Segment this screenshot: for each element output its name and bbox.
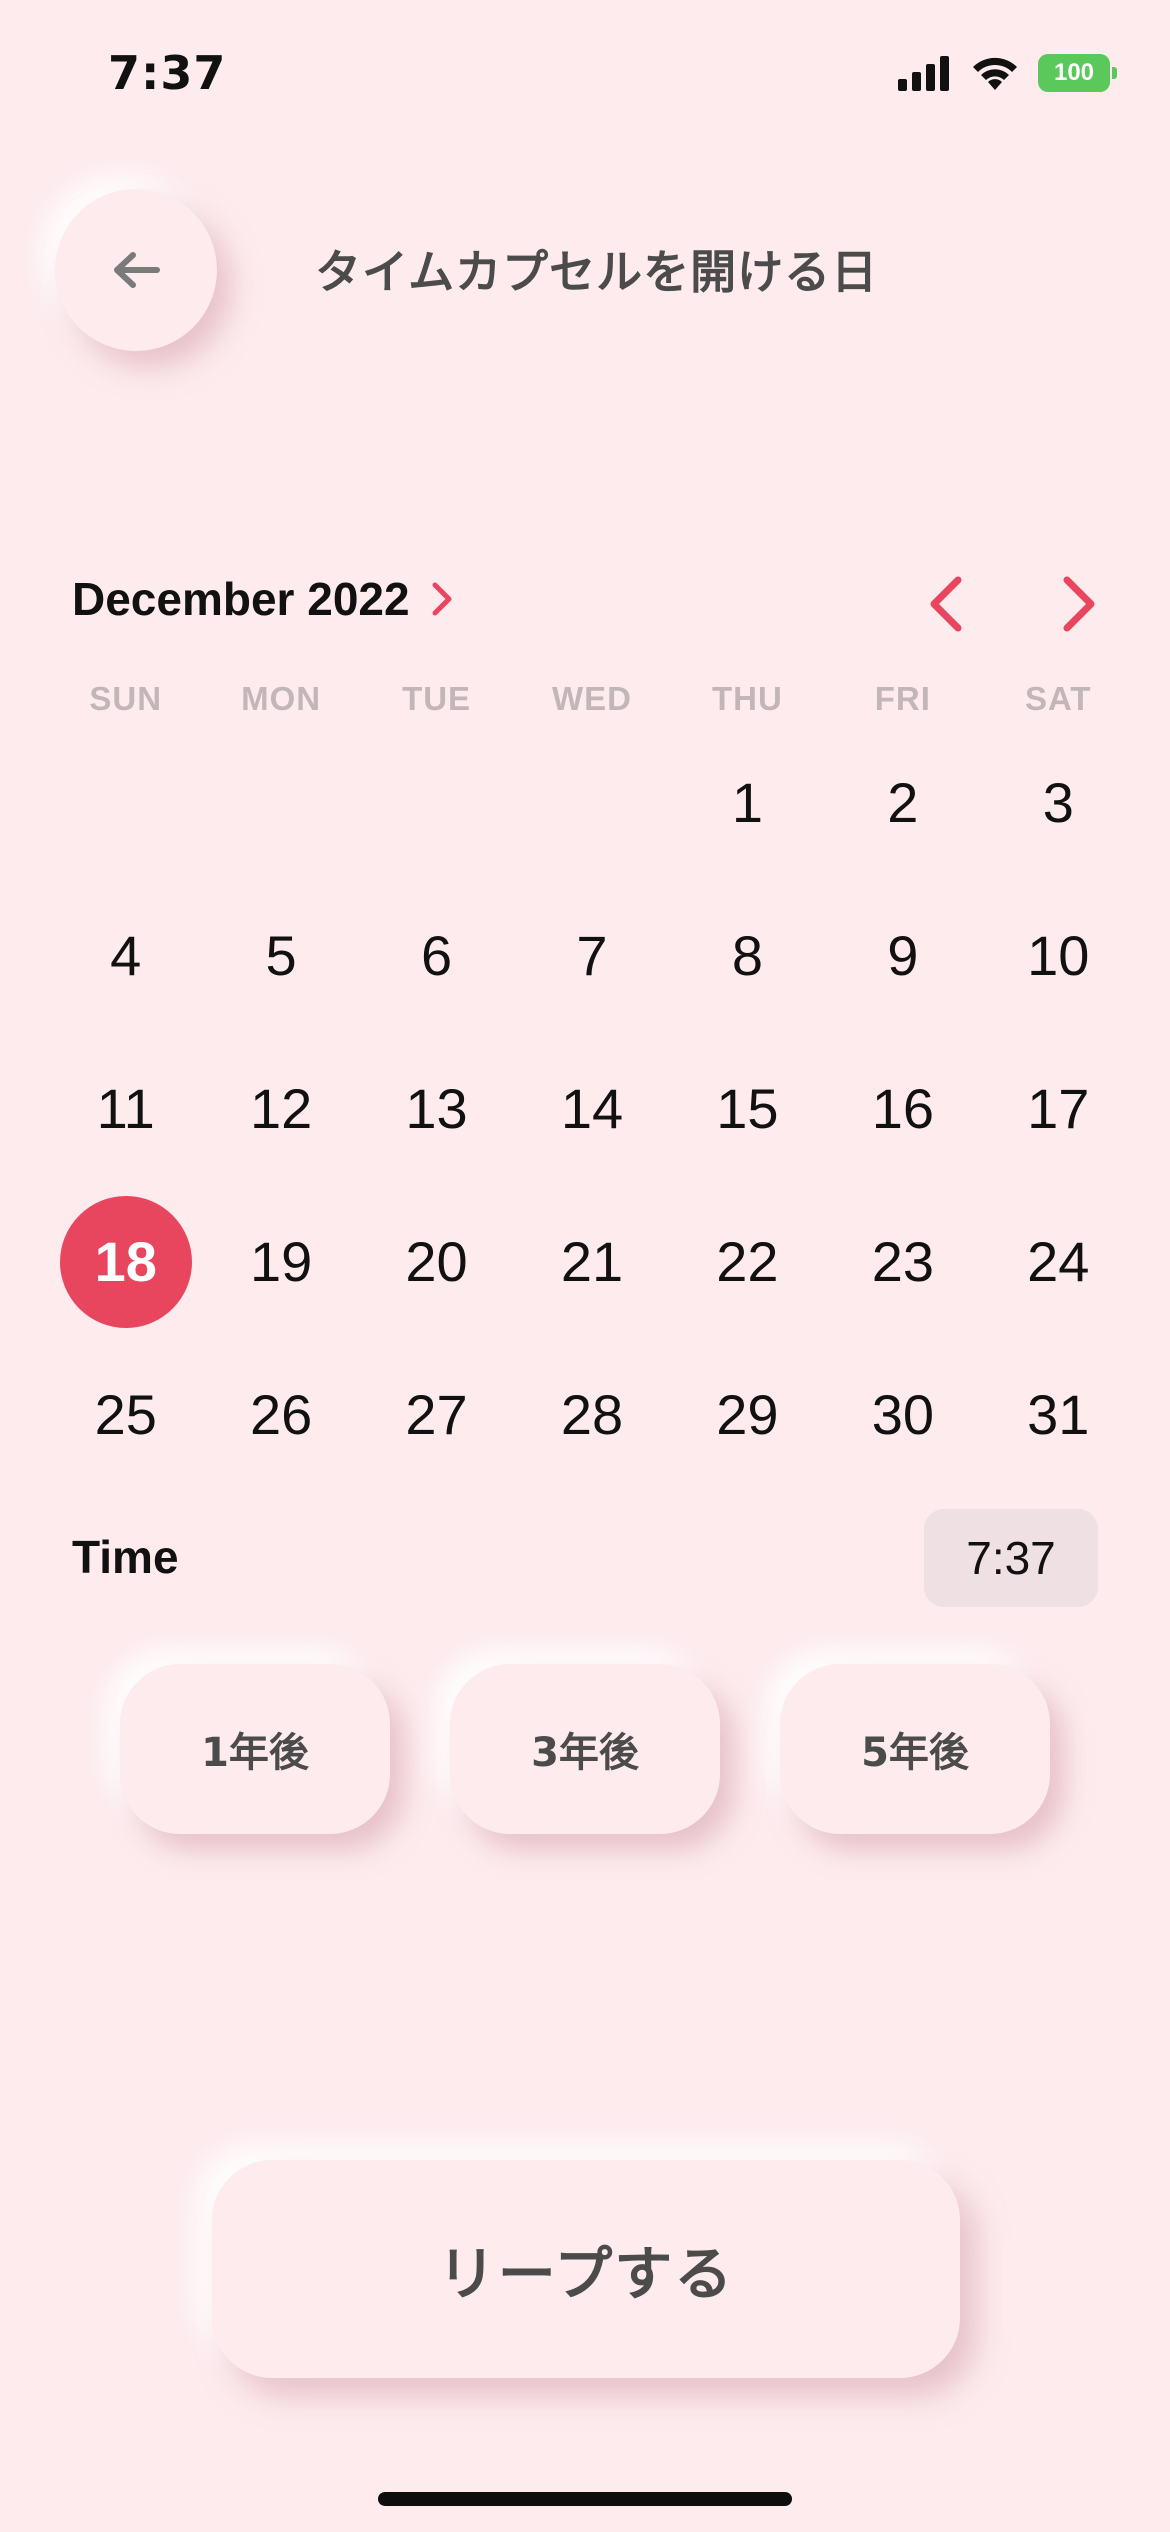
calendar-empty-cell <box>514 726 669 879</box>
calendar-day[interactable]: 23 <box>825 1185 980 1338</box>
calendar-day[interactable]: 31 <box>981 1338 1136 1491</box>
arrow-left-icon <box>114 252 160 288</box>
battery-charging-icon: 100 <box>1038 54 1117 92</box>
calendar-empty-cell <box>359 726 514 879</box>
selected-day-number: 18 <box>94 1230 157 1293</box>
status-time: 7:37 <box>108 46 227 100</box>
weekday-label: TUE <box>402 680 472 717</box>
one-year-later-button[interactable]: 1年後 <box>120 1664 390 1834</box>
calendar-day[interactable]: 11 <box>48 1032 203 1185</box>
weekday-label: SUN <box>89 680 163 717</box>
calendar-day[interactable]: 15 <box>670 1032 825 1185</box>
calendar-day[interactable]: 28 <box>514 1338 669 1491</box>
calendar-day[interactable]: 10 <box>981 879 1136 1032</box>
calendar-day[interactable]: 4 <box>48 879 203 1032</box>
calendar-day[interactable]: 2 <box>825 726 980 879</box>
calendar-day[interactable]: 12 <box>203 1032 358 1185</box>
three-years-later-button[interactable]: 3年後 <box>450 1664 720 1834</box>
weekday-label: WED <box>551 680 632 717</box>
calendar-day[interactable]: 24 <box>981 1185 1136 1338</box>
calendar-day[interactable]: 27 <box>359 1338 514 1491</box>
cellular-signal-icon <box>898 56 949 91</box>
weekday-label: FRI <box>874 680 931 717</box>
calendar-grid: 1 2 3 4 5 6 7 8 9 10 11 12 13 14 15 16 1… <box>48 726 1136 1491</box>
five-years-later-button[interactable]: 5年後 <box>780 1664 1050 1834</box>
calendar-day[interactable]: 29 <box>670 1338 825 1491</box>
month-label: December 2022 <box>72 573 410 625</box>
calendar-day[interactable]: 5 <box>203 879 358 1032</box>
calendar-day-selected[interactable]: 18 <box>48 1185 203 1338</box>
weekday-label: SAT <box>1025 680 1092 717</box>
calendar-day[interactable]: 19 <box>203 1185 358 1338</box>
calendar-empty-cell <box>203 726 358 879</box>
calendar-day[interactable]: 30 <box>825 1338 980 1491</box>
calendar-day[interactable]: 17 <box>981 1032 1136 1185</box>
calendar-day[interactable]: 20 <box>359 1185 514 1338</box>
calendar-day[interactable]: 13 <box>359 1032 514 1185</box>
calendar-day[interactable]: 16 <box>825 1032 980 1185</box>
calendar-day[interactable]: 1 <box>670 726 825 879</box>
calendar-day[interactable]: 14 <box>514 1032 669 1185</box>
time-label: Time <box>72 1531 179 1583</box>
weekday-label: MON <box>241 680 322 717</box>
wifi-icon <box>973 57 1017 90</box>
calendar-day[interactable]: 22 <box>670 1185 825 1338</box>
calendar-day[interactable]: 7 <box>514 879 669 1032</box>
calendar-day[interactable]: 3 <box>981 726 1136 879</box>
month-selector[interactable]: December 2022 <box>72 572 454 626</box>
next-month-button[interactable] <box>1050 568 1110 640</box>
leap-submit-button[interactable]: リープする <box>212 2160 960 2378</box>
chevron-right-icon <box>432 582 452 616</box>
chevron-left-icon <box>930 576 962 632</box>
calendar-day[interactable]: 9 <box>825 879 980 1032</box>
page-title: タイムカプセルを開ける日 <box>315 245 879 299</box>
prev-month-button[interactable] <box>915 568 975 640</box>
time-picker-button[interactable]: 7:37 <box>924 1509 1098 1607</box>
calendar-day[interactable]: 6 <box>359 879 514 1032</box>
calendar-day[interactable]: 25 <box>48 1338 203 1491</box>
home-indicator[interactable] <box>378 2492 792 2506</box>
chevron-right-icon <box>1063 576 1095 632</box>
battery-level: 100 <box>1053 59 1095 86</box>
back-button[interactable] <box>55 189 217 351</box>
calendar-day[interactable]: 21 <box>514 1185 669 1338</box>
calendar-empty-cell <box>48 726 203 879</box>
weekday-label: THU <box>712 680 783 717</box>
weekday-header: SUN MON TUE WED THU FRI SAT <box>48 680 1136 718</box>
calendar-day[interactable]: 26 <box>203 1338 358 1491</box>
calendar-day[interactable]: 8 <box>670 879 825 1032</box>
status-icons: 100 <box>898 54 1117 92</box>
